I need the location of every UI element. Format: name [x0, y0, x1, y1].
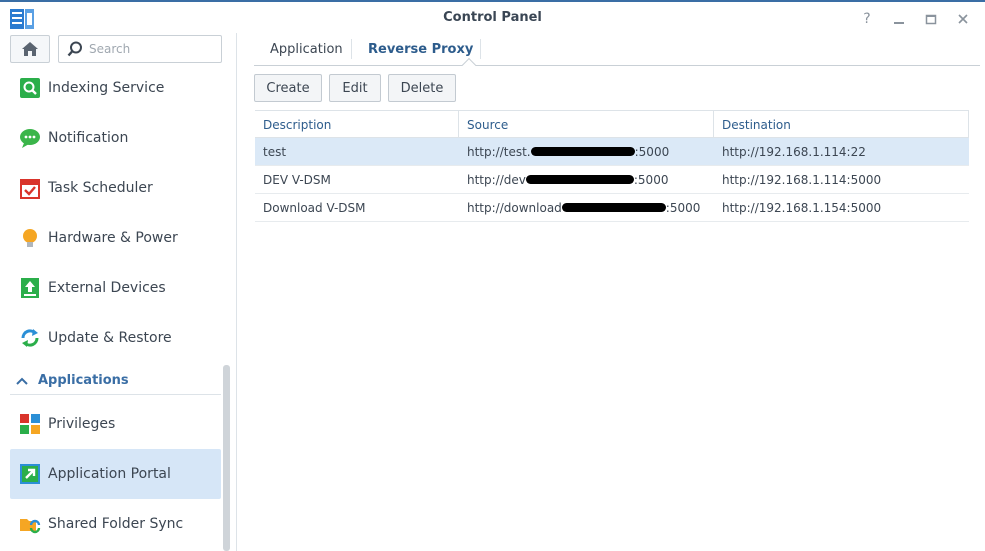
column-header-source[interactable]: Source — [459, 111, 714, 138]
search-icon — [67, 41, 82, 57]
sidebar-item-label: Update & Restore — [48, 330, 172, 346]
application-portal-icon — [18, 462, 42, 486]
sidebar-item-label: Hardware & Power — [48, 230, 178, 246]
sidebar-item-task-scheduler[interactable]: Task Scheduler — [10, 163, 221, 213]
minimize-icon[interactable] — [885, 8, 913, 30]
cell-description: test — [263, 144, 287, 159]
task-scheduler-icon — [18, 176, 42, 200]
tab-divider — [480, 39, 481, 59]
create-button[interactable]: Create — [254, 74, 322, 102]
redaction-mark — [530, 147, 635, 156]
cell-destination: http://192.168.1.114:5000 — [722, 172, 882, 187]
sidebar-item-application-portal[interactable]: Application Portal — [10, 449, 221, 499]
sidebar-item-privileges[interactable]: Privileges — [10, 399, 221, 449]
cell-description: DEV V-DSM — [263, 172, 331, 187]
title-bar: Control Panel ? — [0, 0, 985, 33]
source-suffix: :5000 — [665, 200, 701, 215]
section-label: Applications — [38, 373, 129, 388]
delete-button[interactable]: Delete — [388, 74, 456, 102]
sidebar-item-label: Indexing Service — [48, 80, 165, 96]
external-devices-icon — [18, 276, 42, 300]
cell-source: http://test. :5000 — [459, 138, 669, 165]
search-input[interactable] — [89, 42, 219, 56]
table-row[interactable]: DEV V-DSM http://dev :5000 http://192.168… — [255, 166, 969, 194]
maximize-icon[interactable] — [917, 8, 945, 30]
source-suffix: :5000 — [633, 172, 669, 187]
column-header-description[interactable]: Description — [255, 111, 459, 138]
sidebar-item-notification[interactable]: Notification — [10, 113, 221, 163]
privileges-icon — [18, 412, 42, 436]
shared-folder-sync-icon — [18, 512, 42, 536]
cell-destination: http://192.168.1.154:5000 — [722, 200, 882, 215]
reverse-proxy-table: Description Source Destination test http… — [255, 110, 969, 222]
sidebar: Indexing Service Notification Task Sched… — [0, 33, 237, 551]
sidebar-item-label: Notification — [48, 130, 129, 146]
redaction-mark — [525, 175, 634, 184]
source-suffix: :5000 — [634, 144, 670, 159]
home-button[interactable] — [10, 35, 50, 63]
section-applications[interactable]: Applications — [10, 367, 221, 395]
cell-description: Download V-DSM — [263, 200, 366, 215]
indexing-service-icon — [18, 76, 42, 100]
sidebar-item-shared-folder-sync[interactable]: Shared Folder Sync — [10, 499, 221, 549]
cell-destination: http://192.168.1.114:22 — [722, 144, 866, 159]
sidebar-item-label: External Devices — [48, 280, 166, 296]
sidebar-scrollbar[interactable] — [223, 365, 230, 551]
update-restore-icon — [18, 326, 42, 350]
main-panel: Application Reverse Proxy Create Edit De… — [238, 33, 985, 551]
sidebar-item-update-restore[interactable]: Update & Restore — [10, 313, 221, 363]
cell-source: http://download :5000 — [459, 194, 700, 221]
cell-source: http://dev :5000 — [459, 166, 668, 193]
chevron-up-icon — [16, 374, 28, 388]
tab-application[interactable]: Application — [254, 33, 359, 65]
source-prefix: http://test. — [467, 144, 531, 159]
redaction-mark — [561, 203, 666, 212]
column-header-destination[interactable]: Destination — [714, 111, 969, 138]
sidebar-item-label: Shared Folder Sync — [48, 516, 184, 532]
hardware-power-icon — [18, 226, 42, 250]
window-title: Control Panel — [443, 10, 542, 25]
sidebar-item-label: Application Portal — [48, 466, 171, 482]
search-box[interactable] — [58, 35, 222, 63]
notification-icon — [18, 126, 42, 150]
table-header: Description Source Destination — [255, 110, 969, 138]
sidebar-item-hardware-power[interactable]: Hardware & Power — [10, 213, 221, 263]
sidebar-item-label: Privileges — [48, 416, 116, 432]
home-icon — [22, 42, 38, 56]
table-row[interactable]: test http://test. :5000 http://192.168.1.… — [255, 138, 969, 166]
sidebar-item-external-devices[interactable]: External Devices — [10, 263, 221, 313]
source-prefix: http://dev — [467, 172, 526, 187]
close-icon[interactable] — [949, 8, 977, 30]
sidebar-item-label: Task Scheduler — [48, 180, 153, 196]
sidebar-item-indexing-service[interactable]: Indexing Service — [10, 63, 221, 113]
tab-bar: Application Reverse Proxy — [254, 33, 980, 73]
edit-button[interactable]: Edit — [329, 74, 381, 102]
table-row[interactable]: Download V-DSM http://download :5000 http… — [255, 194, 969, 222]
source-prefix: http://download — [467, 200, 562, 215]
help-icon[interactable]: ? — [853, 8, 881, 30]
